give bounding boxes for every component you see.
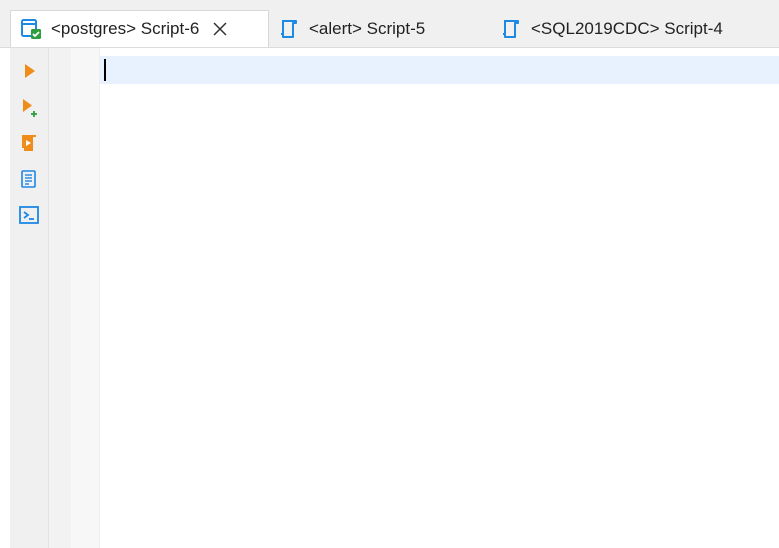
- text-caret: [104, 59, 106, 81]
- tab-label: <alert> Script-5: [309, 18, 426, 38]
- terminal-icon[interactable]: [18, 204, 40, 226]
- editor-tab-bar: <postgres> Script-6 <alert> Script-5 <SQ…: [0, 0, 779, 48]
- script-connected-icon: [21, 19, 41, 39]
- tab-sql2019cdc-script-4[interactable]: <SQL2019CDC> Script-4: [495, 10, 775, 47]
- script-icon: [281, 19, 297, 38]
- play-icon[interactable]: [18, 60, 40, 82]
- tab-postgres-script-6[interactable]: <postgres> Script-6: [10, 10, 269, 47]
- play-plus-icon[interactable]: [18, 96, 40, 118]
- script-run-icon[interactable]: [18, 132, 40, 154]
- tab-label: <SQL2019CDC> Script-4: [531, 18, 723, 38]
- current-line-highlight: [100, 56, 779, 84]
- annotation-ruler: [49, 48, 71, 548]
- sql-editor[interactable]: [100, 48, 779, 548]
- line-gutter: [49, 48, 100, 548]
- editor-side-toolbar: [10, 48, 49, 548]
- document-list-icon[interactable]: [18, 168, 40, 190]
- close-tab-icon[interactable]: [211, 20, 229, 38]
- tab-alert-script-5[interactable]: <alert> Script-5: [273, 10, 473, 47]
- script-icon: [503, 19, 519, 38]
- tab-label: <postgres> Script-6: [51, 19, 200, 38]
